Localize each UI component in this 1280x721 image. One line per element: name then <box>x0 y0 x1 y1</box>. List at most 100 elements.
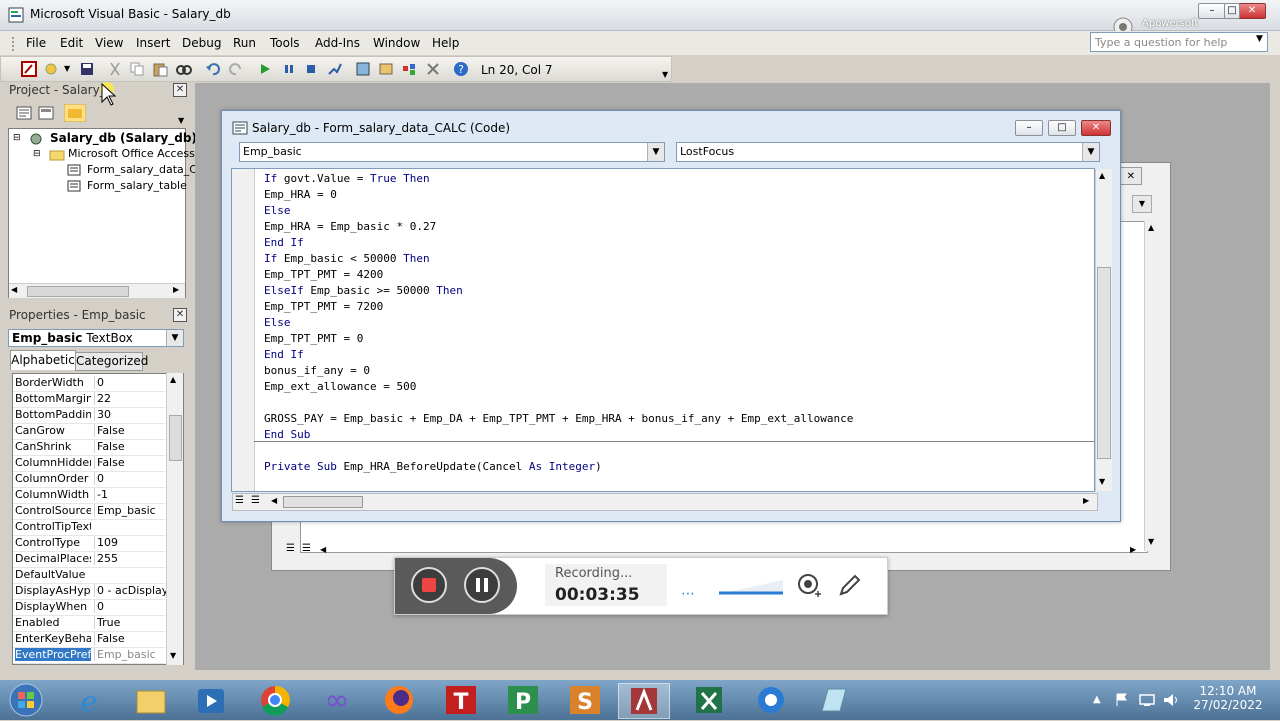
help-icon[interactable]: ? <box>453 61 469 77</box>
code-line[interactable]: Emp_TPT_PMT = 0 <box>264 332 363 348</box>
save-icon[interactable] <box>79 61 95 77</box>
network-icon[interactable] <box>1138 692 1156 708</box>
property-value[interactable]: False <box>94 424 167 437</box>
property-row[interactable]: Enabled True <box>13 615 165 632</box>
scroll-thumb[interactable] <box>283 496 363 508</box>
design-mode-icon[interactable] <box>327 61 343 77</box>
code-minimize-button[interactable]: – <box>1015 120 1043 136</box>
property-value[interactable]: 30 <box>94 408 167 421</box>
dropdown-arrow-icon[interactable]: ▼ <box>1082 143 1099 161</box>
tree-item-access-objects[interactable]: Microsoft Office Access C <box>68 147 206 163</box>
paste-icon[interactable] <box>152 61 168 77</box>
tab-categorized[interactable]: Categorized <box>75 352 148 371</box>
property-row[interactable]: DisplayAsHyperl0 - acDisplayAs <box>13 583 167 600</box>
properties-window-icon[interactable] <box>378 61 394 77</box>
property-value[interactable]: -1 <box>94 488 167 501</box>
property-row[interactable]: CanGrow False <box>13 423 165 440</box>
property-value[interactable]: 22 <box>94 392 167 405</box>
code-close-button[interactable]: ✕ <box>1081 120 1111 136</box>
undo-icon[interactable] <box>205 61 221 77</box>
code-window[interactable]: Salary_db - Form_salary_data_CALC (Code)… <box>221 110 1121 522</box>
scroll-up-icon[interactable]: ▲ <box>1099 171 1105 180</box>
break-icon[interactable] <box>281 61 297 77</box>
media-player-icon[interactable] <box>186 683 236 717</box>
pen-annotate-icon[interactable] <box>837 572 863 598</box>
find-icon[interactable] <box>176 61 192 77</box>
menu-run[interactable]: Run <box>233 36 256 50</box>
property-value[interactable]: 0 - acDisplayAs <box>94 584 167 597</box>
scroll-thumb[interactable] <box>169 415 182 461</box>
project-toolbar-dropdown-icon[interactable]: ▼ <box>178 116 184 125</box>
access-icon[interactable] <box>618 683 670 719</box>
property-value[interactable]: Emp_basic <box>94 504 167 517</box>
code-line[interactable]: End If <box>264 236 304 252</box>
tree-item-form-salary-table[interactable]: Form_salary_table <box>87 179 187 195</box>
code-line[interactable]: Emp_TPT_PMT = 4200 <box>264 268 383 284</box>
property-row[interactable]: ControlSource Emp_basic <box>13 503 165 520</box>
dropdown-arrow-icon[interactable]: ▼ <box>647 143 664 161</box>
property-value[interactable]: 255 <box>94 552 167 565</box>
property-value[interactable]: 0 <box>94 600 167 613</box>
code-line[interactable]: ElseIf Emp_basic >= 50000 Then <box>264 284 463 300</box>
property-row[interactable]: DecimalPlaces 255 <box>13 551 165 568</box>
menu-edit[interactable]: Edit <box>60 36 83 50</box>
menu-add-ins[interactable]: Add-Ins <box>315 36 360 50</box>
settings-app-icon[interactable] <box>746 683 796 717</box>
tree-item-form-salary-data[interactable]: Form_salary_data_C <box>87 163 197 179</box>
project-hscrollbar[interactable]: ◀ ▶ <box>9 283 185 298</box>
webcam-icon[interactable] <box>795 572 823 600</box>
code-line[interactable]: Private Sub Emp_HRA_BeforeUpdate(Cancel … <box>264 460 602 476</box>
reset-icon[interactable] <box>303 61 319 77</box>
dropdown-arrow-icon[interactable]: ▼ <box>166 330 183 346</box>
object-browser-icon[interactable] <box>401 61 417 77</box>
code-line[interactable]: If govt.Value = True Then <box>264 172 430 188</box>
toolbox-icon[interactable] <box>425 61 441 77</box>
internet-explorer-icon[interactable]: e <box>64 683 114 718</box>
object-combo[interactable]: Emp_basic ▼ <box>239 142 665 162</box>
show-hidden-icons-icon[interactable]: ▲ <box>1093 694 1101 705</box>
code-line[interactable]: Emp_ext_allowance = 500 <box>264 380 416 396</box>
code-line[interactable]: End If <box>264 348 304 364</box>
property-value[interactable]: False <box>94 440 167 453</box>
code-line[interactable]: bonus_if_any = 0 <box>264 364 370 380</box>
property-row[interactable]: DefaultValue <box>13 567 165 584</box>
property-value[interactable]: False <box>94 632 167 645</box>
property-value[interactable]: False <box>94 456 167 469</box>
property-value[interactable]: True <box>94 616 167 629</box>
property-value[interactable]: 0 <box>94 472 167 485</box>
taskbar-clock[interactable]: 12:10 AM 27/02/2022 <box>1188 684 1268 712</box>
procedure-view-icon[interactable]: ☰ <box>235 495 244 506</box>
action-center-flag-icon[interactable] <box>1114 692 1130 708</box>
redo-icon[interactable] <box>228 61 244 77</box>
code-maximize-button[interactable]: □ <box>1048 120 1076 136</box>
menu-insert[interactable]: Insert <box>136 36 170 50</box>
code-editor[interactable]: If govt.Value = True Then Emp_HRA = 0 Else… <box>231 168 1095 492</box>
property-row[interactable]: BottomPadding 30 <box>13 407 165 424</box>
menu-view[interactable]: View <box>95 36 123 50</box>
property-row[interactable]: ColumnHidden False <box>13 455 165 472</box>
help-search-input[interactable]: Type a question for help <box>1090 32 1268 52</box>
full-module-view-icon[interactable]: ☰ <box>302 543 311 554</box>
property-row[interactable]: BorderWidth 0 <box>13 375 165 392</box>
scroll-down-icon[interactable]: ▼ <box>1099 477 1105 486</box>
infinity-app-icon[interactable]: ∞ <box>312 683 362 718</box>
stop-record-button[interactable] <box>411 567 447 603</box>
close-button[interactable]: ✕ <box>1238 3 1266 19</box>
toggle-folders-icon[interactable] <box>64 104 86 122</box>
procedure-combo[interactable]: LostFocus ▼ <box>676 142 1100 162</box>
property-row[interactable]: CanShrink False <box>13 439 165 456</box>
toolbar-options-icon[interactable]: ▼ <box>662 70 668 79</box>
tree-item-project[interactable]: Salary_db (Salary_db) <box>50 131 197 147</box>
property-value[interactable]: 109 <box>94 536 167 549</box>
tab-alphabetic[interactable]: Alphabetic <box>10 350 76 370</box>
tally-icon[interactable]: T <box>436 683 486 717</box>
insert-userform-icon[interactable] <box>43 61 59 77</box>
tree-collapse-icon[interactable]: ⊟ <box>13 133 21 143</box>
properties-vscrollbar[interactable]: ▲ ▼ <box>166 373 183 665</box>
insert-dropdown-icon[interactable]: ▼ <box>64 64 70 73</box>
project-explorer-icon[interactable] <box>355 61 371 77</box>
firefox-icon[interactable] <box>374 683 424 717</box>
property-value[interactable]: Emp_basic <box>94 648 167 661</box>
excel-icon[interactable] <box>684 683 734 717</box>
back-vscrollbar[interactable]: ▲ ▼ <box>1144 221 1161 551</box>
